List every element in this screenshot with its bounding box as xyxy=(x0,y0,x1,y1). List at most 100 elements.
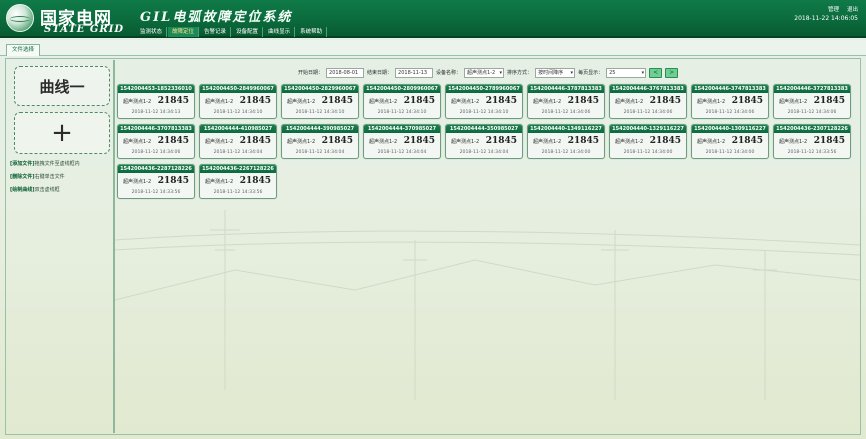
file-card-id: 1542004440-1349116227 xyxy=(528,125,604,133)
app-header: 国家电网 STATE GRID GIL电弧故障定位系统 监测状态 故障定位 告警… xyxy=(0,0,866,38)
pane-splitter[interactable] xyxy=(113,60,115,433)
main-nav: 监测状态 故障定位 告警记录 设备配置 曲线显示 系统帮助 xyxy=(136,27,328,37)
file-card-time: 2018-11-12 14:33:56 xyxy=(131,190,181,195)
file-card-body: 超声测点1-2 21845 xyxy=(364,93,440,109)
file-card-time: 2018-11-12 14:34:10 xyxy=(295,110,345,115)
nav-device-config[interactable]: 设备配置 xyxy=(232,27,264,37)
file-card-time: 2018-11-12 14:34:06 xyxy=(705,110,755,115)
file-card-label: 超声测点1-2 xyxy=(205,178,234,185)
page-size-select[interactable]: 25 xyxy=(606,67,647,78)
nav-system-help[interactable]: 系统帮助 xyxy=(296,27,328,37)
left-panel: 曲线一 + [添加文件]拖拽文件至虚线框内 [删除文件]右键单击文件 [绘制曲线… xyxy=(6,60,110,432)
file-card[interactable]: 1542004450-2789960067 超声测点1-2 21845 2018-11… xyxy=(445,84,523,119)
file-card[interactable]: 1542004444-350985027 超声测点1-2 21845 2018-11-… xyxy=(445,124,523,159)
file-card-label: 超声测点1-2 xyxy=(451,138,480,145)
file-card-id: 1542004436-2267128226 xyxy=(200,165,276,173)
file-card-value: 21845 xyxy=(239,136,271,146)
file-card-value: 21845 xyxy=(485,136,517,146)
file-card-id: 1542004446-3787813383 xyxy=(528,85,604,93)
app-title: GIL电弧故障定位系统 xyxy=(140,10,293,25)
tip-draw-curve: [绘制曲线]双击虚线框 xyxy=(10,187,60,193)
file-card-time: 2018-11-12 14:34:00 xyxy=(705,150,755,155)
file-card-body: 超声测点1-2 21845 xyxy=(446,93,522,109)
file-card-body: 超声测点1-2 21845 xyxy=(774,133,850,149)
file-card-body: 超声测点1-2 21845 xyxy=(774,93,850,109)
file-card[interactable]: 1542004444-370985027 超声测点1-2 21845 2018-11-… xyxy=(363,124,441,159)
file-card-value: 21845 xyxy=(649,136,681,146)
file-card[interactable]: 1542004450-2849960067 超声测点1-2 21845 2018-11… xyxy=(199,84,277,119)
file-card-time: 2018-11-12 14:34:06 xyxy=(787,110,837,115)
file-card[interactable]: 1542004440-1329116227 超声测点1-2 21845 2018-11… xyxy=(609,124,687,159)
add-curve-button[interactable]: + xyxy=(14,112,110,154)
file-card-value: 21845 xyxy=(485,96,517,106)
file-card-body: 超声测点1-2 21845 xyxy=(118,133,194,149)
file-card-id: 1542004444-410985027 xyxy=(200,125,276,133)
file-card[interactable]: 1542004446-3747813383 超声测点1-2 21845 2018-11… xyxy=(691,84,769,119)
file-card-id: 1542004436-2307128226 xyxy=(774,125,850,133)
file-card[interactable]: 1542004446-3727813383 超声测点1-2 21845 2018-11… xyxy=(773,84,851,119)
file-card[interactable]: 1542004436-2287128226 超声测点1-2 21845 2018-11… xyxy=(117,164,195,199)
file-card[interactable]: 1542004446-3707813383 超声测点1-2 21845 2018-11… xyxy=(117,124,195,159)
file-card-id: 1542004450-2789960067 xyxy=(446,85,522,93)
file-card-body: 超声测点1-2 21845 xyxy=(200,173,276,189)
file-card-time: 2018-11-12 14:34:06 xyxy=(623,110,673,115)
file-card-value: 21845 xyxy=(649,96,681,106)
file-card[interactable]: 1542004436-2307128226 超声测点1-2 21845 2018-11… xyxy=(773,124,851,159)
file-card-time: 2018-11-12 14:34:10 xyxy=(377,110,427,115)
nav-monitor-status[interactable]: 监测状态 xyxy=(136,27,168,37)
file-card[interactable]: 1542004440-1349116227 超声测点1-2 21845 2018-11… xyxy=(527,124,605,159)
prev-page-button[interactable]: < xyxy=(649,67,663,78)
file-card[interactable]: 1542004450-2809960067 超声测点1-2 21845 2018-11… xyxy=(363,84,441,119)
file-card-id: 1542004440-1329116227 xyxy=(610,125,686,133)
file-card[interactable]: 1542004446-3787813383 超声测点1-2 21845 2018-11… xyxy=(527,84,605,119)
sort-select[interactable]: 按时间降序 xyxy=(535,67,576,78)
nav-curve-display[interactable]: 曲线显示 xyxy=(264,27,296,37)
file-card-body: 超声测点1-2 21845 xyxy=(528,133,604,149)
file-card-time: 2018-11-12 14:34:06 xyxy=(541,110,591,115)
tip-add-file: [添加文件]拖拽文件至虚线框内 xyxy=(10,161,80,167)
end-date-input[interactable]: 2018-11-13 xyxy=(395,67,434,78)
file-card-id: 1542004444-350985027 xyxy=(446,125,522,133)
file-card-value: 21845 xyxy=(321,96,353,106)
tab-strip: 文件选择 xyxy=(0,40,866,56)
file-card-label: 超声测点1-2 xyxy=(615,98,644,105)
file-card[interactable]: 1542004450-2829960067 超声测点1-2 21845 2018-11… xyxy=(281,84,359,119)
file-card-id: 1542004450-2809960067 xyxy=(364,85,440,93)
file-card-body: 超声测点1-2 21845 xyxy=(610,93,686,109)
device-select[interactable]: 超声测点1-2 xyxy=(464,67,505,78)
file-card-value: 21845 xyxy=(567,136,599,146)
file-card-body: 超声测点1-2 21845 xyxy=(282,93,358,109)
file-card-id: 1542004450-2849960067 xyxy=(200,85,276,93)
file-card[interactable]: 1542004444-410985027 超声测点1-2 21845 2018-11-… xyxy=(199,124,277,159)
file-card[interactable]: 1542004436-2267128226 超声测点1-2 21845 2018-11… xyxy=(199,164,277,199)
user-name[interactable]: 管理 xyxy=(828,5,839,13)
file-card-label: 超声测点1-2 xyxy=(697,98,726,105)
file-card[interactable]: 1542004446-3767813383 超声测点1-2 21845 2018-11… xyxy=(609,84,687,119)
file-card-value: 21845 xyxy=(731,96,763,106)
file-card-value: 21845 xyxy=(731,136,763,146)
nav-fault-location[interactable]: 故障定位 xyxy=(168,27,200,37)
sort-label: 排序方式： xyxy=(507,70,533,76)
file-card-id: 1542004444-370985027 xyxy=(364,125,440,133)
file-card-value: 21845 xyxy=(157,136,189,146)
file-card-id: 1542004440-1309116227 xyxy=(692,125,768,133)
start-date-input[interactable]: 2018-08-01 xyxy=(326,67,365,78)
file-card-id: 1542004453-1852336010 xyxy=(118,85,194,93)
file-card[interactable]: 1542004444-390985027 超声测点1-2 21845 2018-11-… xyxy=(281,124,359,159)
file-card-body: 超声测点1-2 21845 xyxy=(528,93,604,109)
file-card-label: 超声测点1-2 xyxy=(779,138,808,145)
file-card-body: 超声测点1-2 21845 xyxy=(200,93,276,109)
file-card-value: 21845 xyxy=(567,96,599,106)
file-card-time: 2018-11-12 14:34:13 xyxy=(131,110,181,115)
file-card-label: 超声测点1-2 xyxy=(779,98,808,105)
file-card-value: 21845 xyxy=(813,96,845,106)
nav-alarm-records[interactable]: 告警记录 xyxy=(200,27,232,37)
tab-file-select[interactable]: 文件选择 xyxy=(6,44,41,56)
file-card-time: 2018-11-12 14:34:10 xyxy=(213,110,263,115)
curve-one-dropzone[interactable]: 曲线一 xyxy=(14,66,110,106)
next-page-button[interactable]: > xyxy=(665,67,679,78)
file-card-time: 2018-11-12 14:34:04 xyxy=(213,150,263,155)
file-card[interactable]: 1542004453-1852336010 超声测点1-2 21845 2018-11… xyxy=(117,84,195,119)
logout-link[interactable]: 退出 xyxy=(847,5,858,13)
file-card[interactable]: 1542004440-1309116227 超声测点1-2 21845 2018-11… xyxy=(691,124,769,159)
